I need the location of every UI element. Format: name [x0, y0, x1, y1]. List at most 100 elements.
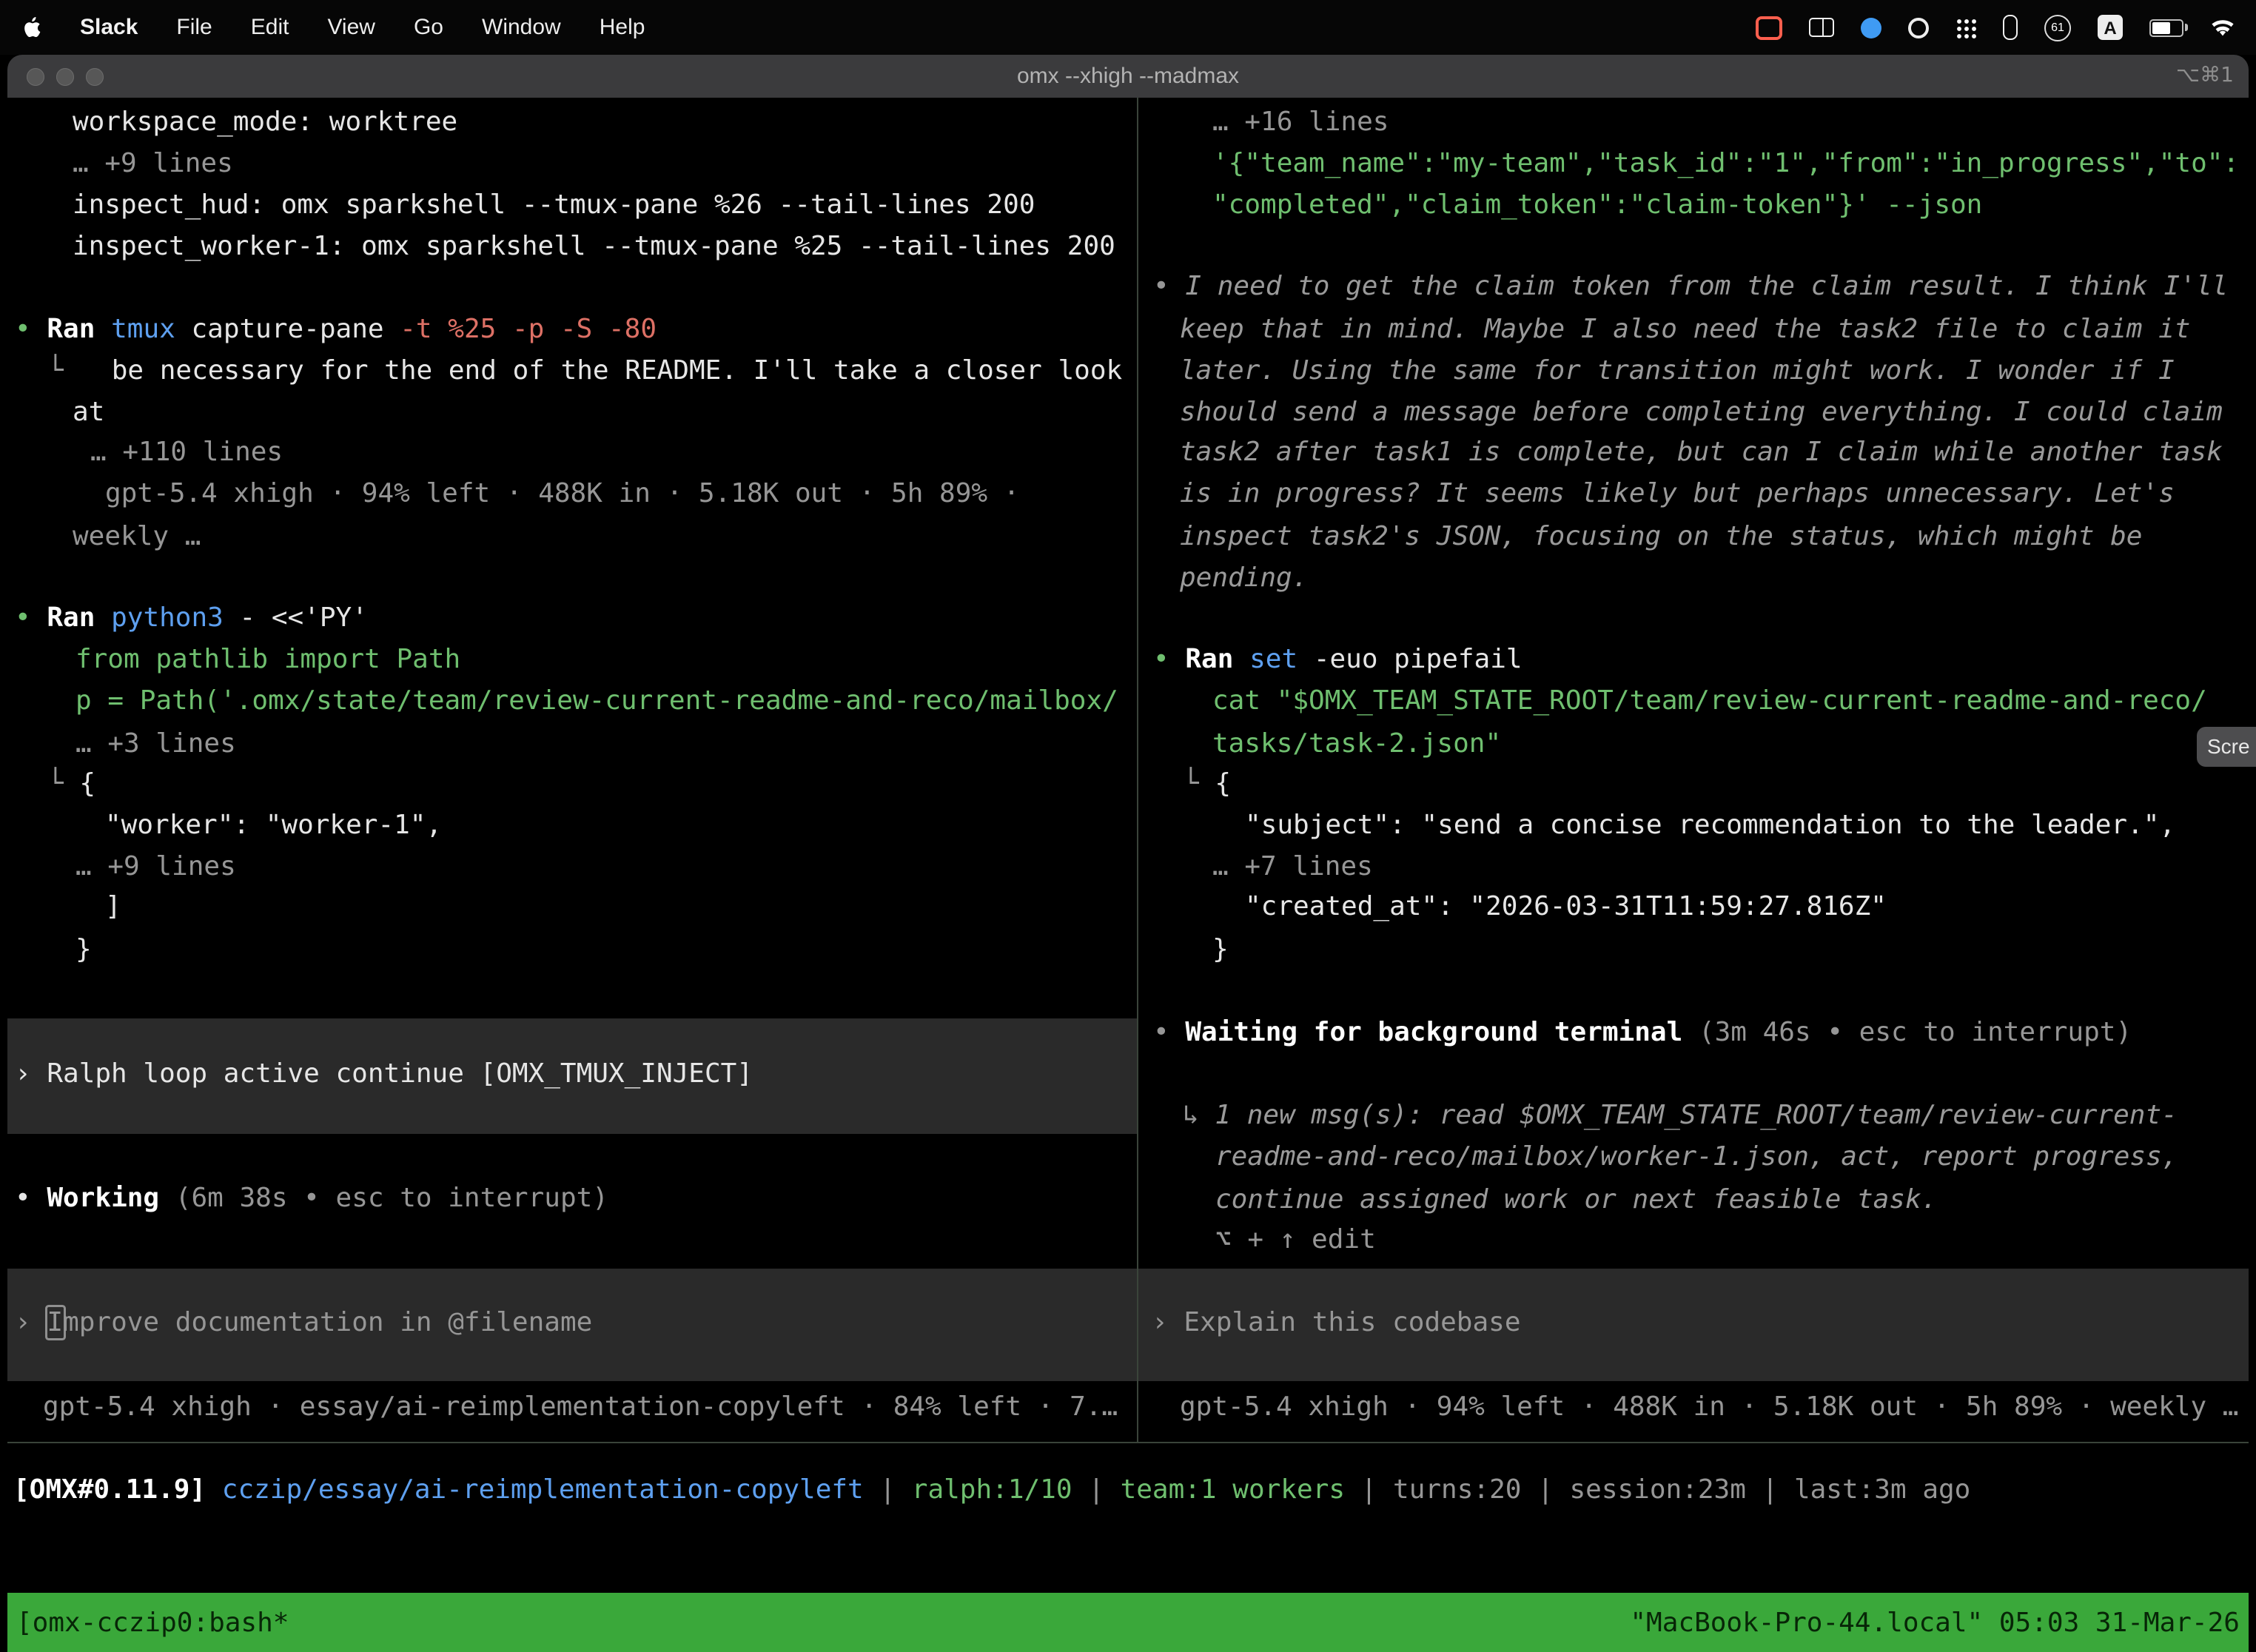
text-segment: … +110 lines — [90, 437, 283, 468]
terminal-line: workspace_mode: worktree — [73, 102, 457, 144]
desktop: Slack File Edit View Go Window Help 61 A — [0, 0, 2256, 1652]
window-shortcut-badge: ⌥⌘1 — [2176, 55, 2234, 98]
terminal-line: • I need to get the claim token from the… — [1153, 266, 2228, 308]
terminal-line: └ { — [1183, 764, 1231, 805]
terminal-line: … +7 lines — [1212, 847, 1373, 888]
screen-share-popover[interactable]: Scre — [2197, 727, 2256, 767]
text-segment: • — [1153, 271, 1185, 302]
text-segment: | — [1345, 1474, 1393, 1505]
terminal-line: ⌥ + ↑ edit — [1215, 1220, 1376, 1261]
text-segment: inspect_worker-1: omx sparkshell --tmux-… — [73, 231, 1115, 262]
text-segment: workspace_mode: worktree — [73, 107, 457, 138]
pane-bottom-border — [7, 1442, 2249, 1443]
text-segment: Ran — [47, 314, 111, 345]
dots-grid-icon[interactable] — [1955, 17, 1976, 38]
menu-item-help[interactable]: Help — [600, 15, 645, 40]
text-segment: └ — [1183, 768, 1215, 799]
title-bar[interactable]: omx --xhigh --madmax ⌥⌘1 — [7, 55, 2249, 98]
terminal-line: › Ralph loop active continue [OMX_TMUX_I… — [15, 1054, 753, 1095]
text-segment: • — [15, 602, 47, 634]
menu-bar: Slack File Edit View Go Window Help 61 A — [0, 0, 2256, 55]
gauge-icon[interactable]: 61 — [2044, 14, 2071, 41]
menu-item-go[interactable]: Go — [414, 15, 443, 40]
text-segment: later. Using the same for transition mig… — [1180, 355, 2175, 386]
text-segment: ] — [105, 891, 121, 922]
text-segment: (6m 38s • esc to interrupt) — [175, 1183, 608, 1214]
terminal-line: tasks/task-2.json" — [1212, 724, 1501, 765]
wifi-icon[interactable] — [2210, 18, 2235, 37]
terminal-line: • Ran set -euo pipefail — [1153, 639, 1523, 681]
text-segment: | — [1746, 1474, 1794, 1505]
text-segment: | — [864, 1474, 912, 1505]
battery-icon[interactable] — [2149, 19, 2183, 36]
terminal-line: "completed","claim_token":"claim-token"}… — [1212, 185, 1982, 226]
terminal-line: inspect_hud: omx sparkshell --tmux-pane … — [73, 185, 1035, 226]
terminal-line: gpt-5.4 xhigh · essay/ai-reimplementatio… — [43, 1387, 1118, 1428]
text-segment: cczip/essay/ai-reimplementation-copyleft — [222, 1474, 864, 1505]
text-segment: … +9 lines — [75, 851, 236, 882]
ring-app-icon[interactable] — [1908, 17, 1929, 38]
app-menu-slack[interactable]: Slack — [80, 15, 138, 40]
text-segment: task2 after task1 is complete, but can I… — [1180, 437, 2223, 468]
terminal-line: … +110 lines — [90, 432, 283, 474]
text-segment: } — [1212, 934, 1229, 965]
text-segment: (3m 46s • esc to interrupt) — [1699, 1017, 2132, 1048]
text-segment: | — [1521, 1474, 1569, 1505]
text-segment: … +7 lines — [1212, 851, 1373, 882]
terminal-line: readme-and-reco/mailbox/worker-1.json, a… — [1215, 1137, 2178, 1178]
text-segment — [206, 1474, 222, 1505]
terminal-line: } — [75, 930, 92, 971]
text-segment: set — [1249, 644, 1314, 675]
terminal-line: • Working (6m 38s • esc to interrupt) — [15, 1178, 608, 1220]
terminal-line: • Ran tmux capture-pane -t %25 -p -S -80 — [15, 309, 657, 351]
apple-menu-icon[interactable] — [21, 15, 41, 40]
text-segment: [OMX#0.11.9] — [13, 1474, 206, 1505]
text-segment: -t %25 -p -S -80 — [400, 314, 657, 345]
menu-item-edit[interactable]: Edit — [251, 15, 289, 40]
text-segment: I need to get the claim token from the c… — [1185, 271, 2228, 302]
text-segment: • — [1153, 1017, 1185, 1048]
terminal-line: weekly … — [73, 517, 201, 558]
text-segment: inspect_hud: omx sparkshell --tmux-pane … — [73, 189, 1035, 221]
terminal-line: keep that in mind. Maybe I also need the… — [1180, 309, 2190, 351]
terminal-line: › Improve documentation in @filename — [15, 1303, 592, 1344]
text-segment: gpt-5.4 xhigh · essay/ai-reimplementatio… — [43, 1391, 1118, 1423]
left-pane[interactable]: workspace_mode: worktree … +9 lines inspec… — [7, 98, 1137, 1442]
window-grid-icon[interactable] — [1809, 18, 1834, 37]
text-segment: | — [1072, 1474, 1121, 1505]
terminal-line: ↳ 1 new msg(s): read $OMX_TEAM_STATE_ROO… — [1183, 1095, 2178, 1137]
terminal-line: › Explain this codebase — [1152, 1303, 1521, 1344]
terminal-line: "worker": "worker-1", — [105, 805, 442, 847]
text-segment: { — [1215, 768, 1231, 799]
text-segment: last:3m ago — [1794, 1474, 1970, 1505]
terminal-line: └ be necessary for the end of the README… — [47, 351, 1122, 392]
blue-app-icon[interactable] — [1861, 17, 1881, 38]
text-segment: ↳ — [1183, 1100, 1215, 1131]
terminal-line: cat "$OMX_TEAM_STATE_ROOT/team/review-cu… — [1212, 681, 2207, 722]
capsule-icon[interactable] — [2003, 15, 2018, 40]
text-segment: - <<'PY' — [240, 602, 368, 634]
text-segment: tasks/task-2.json" — [1212, 728, 1501, 759]
input-source-icon[interactable]: A — [2098, 15, 2123, 40]
terminal-line: "created_at": "2026-03-31T11:59:27.816Z" — [1245, 887, 1887, 928]
text-segment: "completed","claim_token":"claim-token"}… — [1212, 189, 1982, 221]
text-segment: … +16 lines — [1212, 107, 1389, 138]
right-pane[interactable]: … +16 lines '{"team_name":"my-team","task… — [1138, 98, 2249, 1442]
terminal-line: └ { — [47, 764, 95, 805]
text-segment: gpt-5.4 xhigh · 94% left · 488K in · 5.1… — [105, 478, 1019, 509]
menu-item-window[interactable]: Window — [482, 15, 561, 40]
text-segment: "created_at": "2026-03-31T11:59:27.816Z" — [1245, 891, 1887, 922]
terminal-line: '{"team_name":"my-team","task_id":"1","f… — [1212, 144, 2239, 185]
screen-recording-indicator-icon[interactable] — [1756, 16, 1782, 39]
text-segment: at — [73, 397, 104, 428]
text-segment: session:23m — [1569, 1474, 1745, 1505]
menu-item-file[interactable]: File — [176, 15, 212, 40]
terminal-line: gpt-5.4 xhigh · 94% left · 488K in · 5.1… — [105, 474, 1019, 515]
menu-item-view[interactable]: View — [327, 15, 375, 40]
text-segment: • — [15, 1183, 47, 1214]
tmux-host-clock: "MacBook-Pro-44.local" 05:03 31-Mar-26 — [1630, 1607, 2240, 1638]
terminal-window: omx --xhigh --madmax ⌥⌘1 workspace_mode:… — [7, 55, 2249, 1652]
terminal-line: later. Using the same for transition mig… — [1180, 351, 2175, 392]
text-segment: is in progress? It seems likely but perh… — [1180, 478, 2175, 509]
text-segment: turns:20 — [1393, 1474, 1521, 1505]
